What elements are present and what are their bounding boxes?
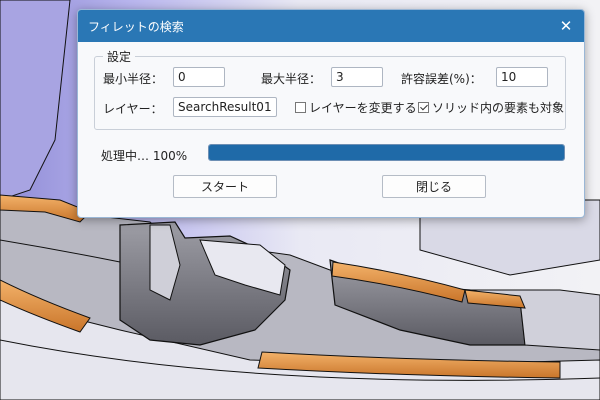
dialog-titlebar[interactable]: フィレットの検索 ✕: [78, 10, 584, 42]
min-radius-input[interactable]: [173, 67, 225, 87]
progress-bar: [208, 144, 565, 161]
close-icon[interactable]: ✕: [548, 10, 584, 42]
start-button[interactable]: スタート: [173, 175, 277, 198]
include-solid-elements-checkbox[interactable]: ソリッド内の要素も対象: [418, 99, 564, 116]
layer-input[interactable]: [173, 97, 277, 117]
find-fillet-dialog: フィレットの検索 ✕ 設定 最小半径： 最大半径： 許容誤差(%)： レイヤー：…: [77, 9, 585, 218]
settings-group: 設定 最小半径： 最大半径： 許容誤差(%)： レイヤー： レイヤーを変更する …: [94, 48, 566, 130]
change-layer-checkbox[interactable]: レイヤーを変更する: [295, 99, 417, 116]
layer-label: レイヤー：: [103, 102, 163, 116]
max-radius-input[interactable]: [331, 67, 383, 87]
change-layer-checkbox-box[interactable]: [295, 102, 306, 113]
close-button[interactable]: 閉じる: [382, 175, 486, 198]
tolerance-input[interactable]: [496, 67, 548, 87]
progress-label: 処理中… 100%: [101, 149, 188, 163]
settings-group-label: 設定: [103, 48, 136, 65]
include-solid-elements-checkbox-label: ソリッド内の要素も対象: [432, 101, 565, 115]
max-radius-label: 最大半径：: [261, 72, 322, 86]
min-radius-label: 最小半径：: [103, 72, 164, 86]
include-solid-elements-checkbox-box[interactable]: [418, 102, 429, 113]
change-layer-checkbox-label: レイヤーを変更する: [309, 101, 417, 115]
dialog-title: フィレットの検索: [88, 20, 184, 34]
progress-bar-fill: [209, 145, 564, 160]
tolerance-label: 許容誤差(%)：: [401, 72, 482, 86]
